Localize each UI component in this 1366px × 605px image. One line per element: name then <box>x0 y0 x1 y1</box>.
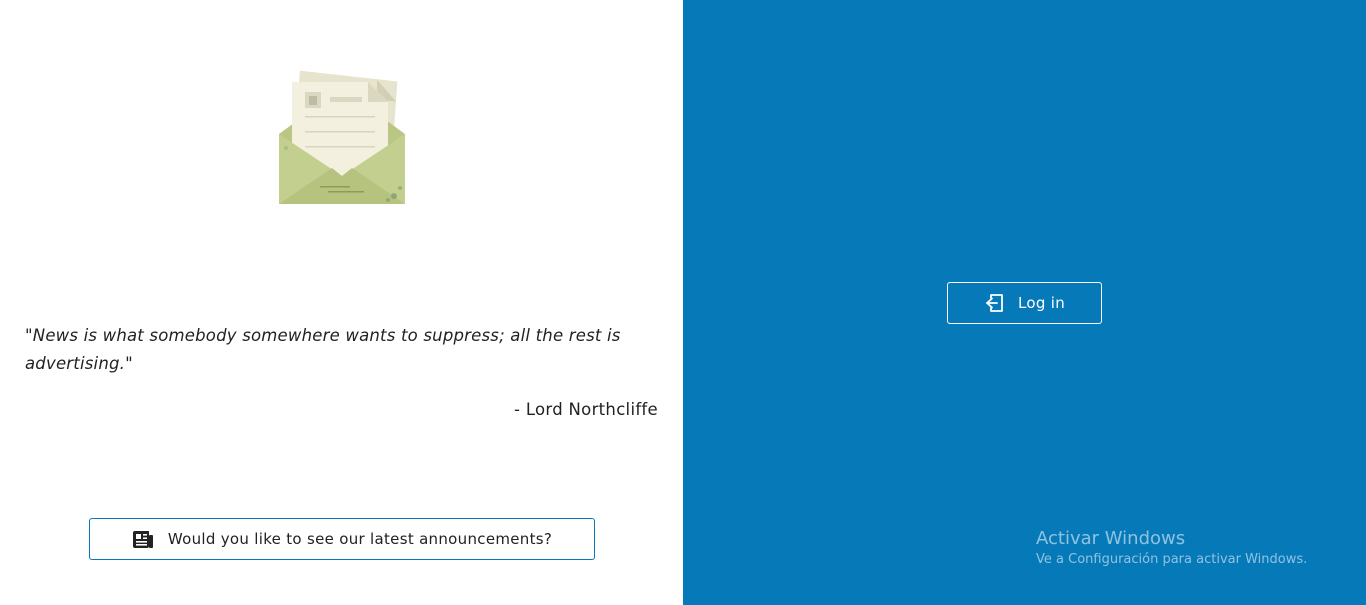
envelope-illustration <box>279 70 405 204</box>
watermark-title: Activar Windows <box>1036 528 1186 549</box>
login-button-label: Log in <box>1017 294 1066 312</box>
login-icon <box>984 292 1006 314</box>
newspaper-icon <box>132 529 154 549</box>
windows-activation-watermark: Activar Windows Ve a Configuración para … <box>1036 528 1307 567</box>
login-button[interactable]: Log in <box>947 282 1102 324</box>
quote-author: - Lord Northcliffe <box>514 400 658 419</box>
announcements-button[interactable]: Would you like to see our latest announc… <box>89 518 595 560</box>
announcements-button-label: Would you like to see our latest announc… <box>167 530 553 548</box>
quote-text: "News is what somebody somewhere wants t… <box>25 326 621 373</box>
watermark-subtitle: Ve a Configuración para activar Windows. <box>1036 552 1308 567</box>
left-panel: "News is what somebody somewhere wants t… <box>0 0 683 605</box>
